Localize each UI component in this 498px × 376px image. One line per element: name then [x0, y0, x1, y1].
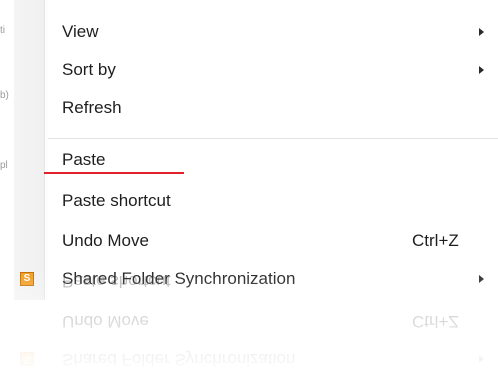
reflection-item-shared-folder-sync: S Shared Folder Synchronization [14, 342, 498, 376]
desktop-text-fragment: ti [0, 25, 5, 36]
desktop-text-fragment: pl [0, 160, 8, 171]
desktop-text-fragment: b) [0, 90, 9, 101]
menu-item-refresh[interactable]: Refresh [14, 91, 498, 125]
menu-item-label: Undo Move [62, 231, 149, 250]
desktop-background-strip: ti b) pl [0, 0, 14, 376]
menu-item-shared-folder-sync[interactable]: S Shared Folder Synchronization [14, 262, 498, 296]
reflection-label: Undo Move [62, 312, 149, 331]
submenu-arrow-icon [479, 355, 484, 363]
keyboard-shortcut: Ctrl+Z [412, 231, 459, 250]
context-menu: View Sort by Refresh Paste Paste shortcu… [14, 0, 498, 300]
menu-item-label: Refresh [62, 98, 122, 117]
sync-app-icon: S [20, 352, 34, 366]
menu-item-label: Sort by [62, 60, 116, 79]
menu-separator [48, 138, 498, 140]
menu-item-view[interactable]: View [14, 15, 498, 49]
menu-item-label: Shared Folder Synchronization [62, 269, 296, 288]
menu-item-paste-shortcut[interactable]: Paste shortcut [14, 184, 498, 218]
submenu-arrow-icon [479, 28, 484, 36]
reflection-item-undo-move: Undo Move Ctrl+Z [14, 304, 498, 338]
highlight-underline [44, 172, 184, 174]
menu-item-label: Paste [62, 150, 106, 169]
reflection-label: Shared Folder Synchronization [62, 350, 296, 369]
menu-item-label: Paste shortcut [62, 191, 171, 210]
menu-item-undo-move[interactable]: Undo Move Ctrl+Z [14, 224, 498, 258]
menu-item-sort-by[interactable]: Sort by [14, 53, 498, 87]
sync-app-icon: S [20, 272, 34, 286]
submenu-arrow-icon [479, 66, 484, 74]
submenu-arrow-icon [479, 275, 484, 283]
keyboard-shortcut: Ctrl+Z [412, 312, 459, 331]
menu-item-label: View [62, 22, 99, 41]
